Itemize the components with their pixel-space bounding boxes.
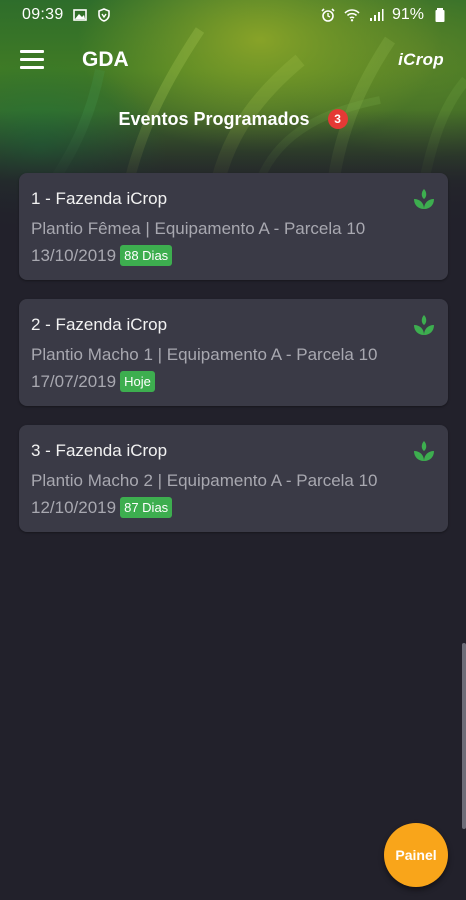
scrollbar[interactable] [462,643,466,829]
event-date-row: 12/10/2019 87 Dias [31,497,173,518]
event-card[interactable]: 2 - Fazenda iCrop Plantio Macho 1 | Equi… [19,299,448,406]
event-subtitle: Plantio Macho 2 | Equipamento A - Parcel… [31,471,378,490]
brand-logo: iCrop [398,50,444,69]
battery-percent: 91% [391,6,424,23]
image-icon [72,9,87,21]
signal-icon [369,9,384,21]
vpn-icon [97,8,110,22]
status-time: 09:39 [22,6,64,23]
section-header: Eventos Programados 3 [0,106,466,132]
sprout-icon [414,441,434,461]
days-remaining-badge: 87 Dias [120,497,173,518]
status-bar: 09:39 91% [0,0,466,30]
section-title: Eventos Programados [118,108,310,129]
event-date-row: 17/07/2019 Hoje [31,371,155,392]
event-date: 12/10/2019 [31,497,117,517]
event-date-row: 13/10/2019 88 Dias [31,245,173,266]
event-count-badge: 3 [327,109,348,129]
event-card[interactable]: 1 - Fazenda iCrop Plantio Fêmea | Equipa… [19,173,448,280]
battery-icon [435,8,445,22]
event-subtitle: Plantio Macho 1 | Equipamento A - Parcel… [31,345,378,364]
alarm-icon [321,8,335,22]
event-title: 3 - Fazenda iCrop [31,441,168,460]
app-title: GDA [82,48,129,71]
painel-button[interactable]: Painel [384,823,448,887]
days-remaining-badge: Hoje [120,371,155,392]
sprout-icon [414,315,434,335]
event-card[interactable]: 3 - Fazenda iCrop Plantio Macho 2 | Equi… [19,425,448,532]
event-title: 1 - Fazenda iCrop [31,189,168,208]
event-date: 17/07/2019 [31,371,117,391]
app-bar: GDA iCrop [0,40,466,82]
hamburger-menu-icon[interactable] [20,50,44,70]
sprout-icon [414,189,434,209]
event-title: 2 - Fazenda iCrop [31,315,168,334]
days-remaining-badge: 88 Dias [120,245,173,266]
wifi-icon [344,9,360,22]
event-date: 13/10/2019 [31,245,117,265]
events-list: 1 - Fazenda iCrop Plantio Fêmea | Equipa… [19,173,448,551]
event-subtitle: Plantio Fêmea | Equipamento A - Parcela … [31,219,366,238]
